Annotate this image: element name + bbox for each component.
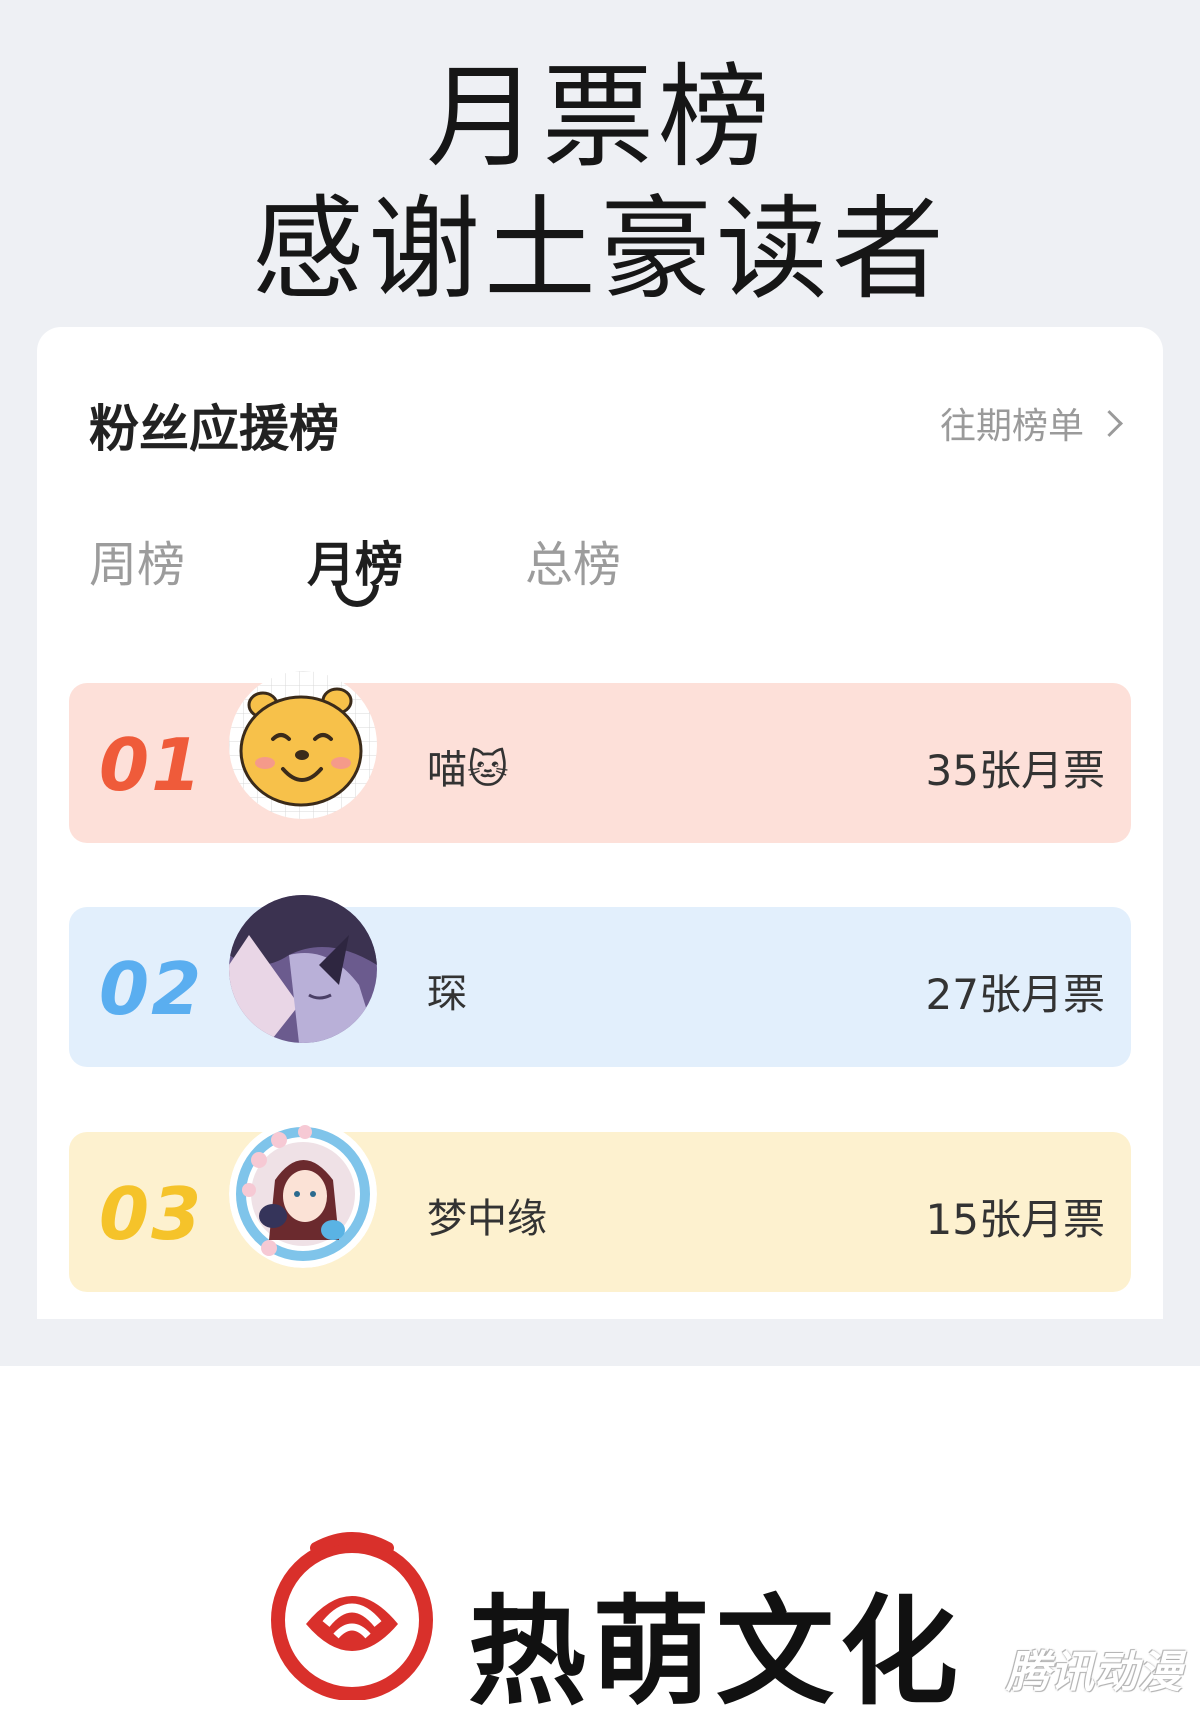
rose-logo-icon: [266, 1528, 438, 1701]
vote-count: 27张月票: [925, 970, 1105, 1019]
ranking-row-2[interactable]: 02 琛 27张月票: [69, 895, 1131, 1067]
active-tab-indicator: [335, 585, 379, 607]
chevron-right-icon: [1096, 409, 1123, 437]
brand-name: 热萌文化: [468, 1583, 965, 1721]
ranking-tabs: 周榜 月榜 总榜: [89, 525, 789, 607]
rank-number: 02: [99, 947, 204, 1031]
rank-number: 03: [99, 1172, 204, 1256]
rank-number: 01: [99, 723, 204, 807]
user-name: 琛: [427, 971, 467, 1017]
ranking-row-1[interactable]: 01 喵🐱 35张月票: [69, 671, 1131, 843]
anime-boy-avatar-icon[interactable]: [229, 895, 377, 1043]
user-name: 喵🐱: [427, 747, 509, 793]
user-name: 梦中缘: [427, 1196, 547, 1242]
tencent-comics-watermark: 腾讯动漫: [1006, 1647, 1182, 1698]
history-link-label: 往期榜单: [939, 406, 1084, 447]
anime-girl-flower-avatar-icon[interactable]: [229, 1120, 377, 1268]
headline-title: 月票榜: [426, 53, 774, 183]
tab-weekly[interactable]: 周榜: [89, 525, 185, 595]
tab-total[interactable]: 总榜: [525, 525, 621, 595]
headline-subtitle: 感谢土豪读者: [252, 185, 948, 315]
winnie-pooh-avatar-icon[interactable]: [229, 671, 377, 819]
history-rankings-link[interactable]: 往期榜单: [939, 397, 1123, 449]
card-title: 粉丝应援榜: [89, 400, 339, 458]
ranking-row-3[interactable]: 03 梦中缘 15张月票: [69, 1120, 1131, 1292]
vote-count: 15张月票: [925, 1195, 1105, 1244]
top-area: 月票榜 感谢土豪读者 粉丝应援榜 往期榜单 周榜 月榜 总榜 01 喵🐱 35张…: [0, 0, 1200, 1366]
vote-count: 35张月票: [925, 746, 1105, 795]
fan-support-card: 粉丝应援榜 往期榜单 周榜 月榜 总榜 01 喵🐱 35张月票 02 琛 27张…: [37, 327, 1163, 1319]
